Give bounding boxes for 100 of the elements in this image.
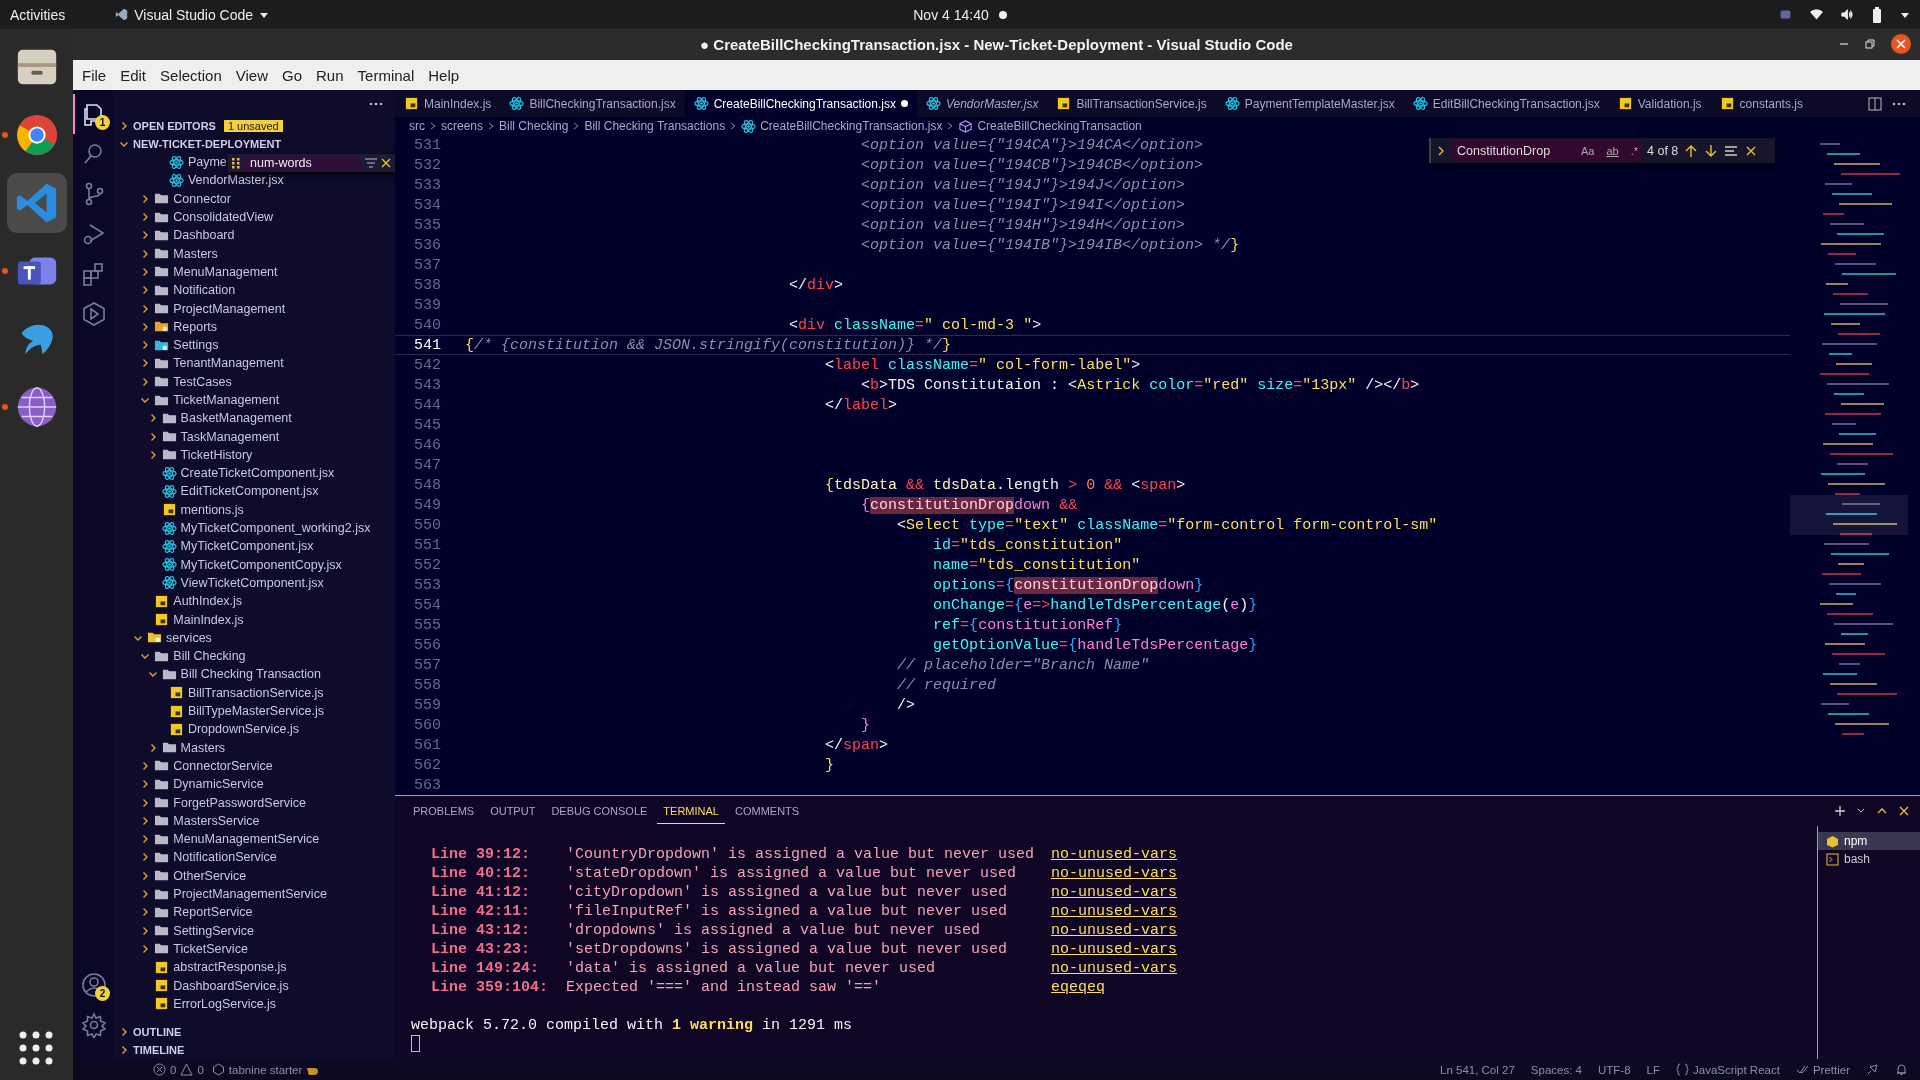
tree-item[interactable]: OtherService xyxy=(113,866,247,885)
status-item[interactable]: LF xyxy=(1646,1063,1660,1076)
panel-tab[interactable]: PROBLEMS xyxy=(407,798,481,824)
chevron-icon[interactable] xyxy=(119,139,129,149)
tree-item[interactable]: Notification xyxy=(113,281,236,300)
more-icon[interactable] xyxy=(369,101,383,106)
more-icon[interactable] xyxy=(1892,101,1906,106)
panel-tab[interactable]: OUTPUT xyxy=(484,798,542,824)
editor-tab[interactable]: Validation.js xyxy=(1608,90,1711,117)
rule-link[interactable]: no-unused-vars xyxy=(1051,903,1817,920)
tree-item[interactable]: Dashboard xyxy=(113,226,235,245)
tree-item[interactable]: abstractResponse.js xyxy=(113,958,287,977)
menu-item[interactable]: Run xyxy=(309,62,351,88)
tree-item[interactable]: NotificationService xyxy=(113,848,277,867)
tree-item[interactable]: SettingService xyxy=(113,921,254,940)
editor-tab[interactable]: MainIndex.js xyxy=(395,90,501,117)
formatter-status[interactable]: Prettier xyxy=(1795,1063,1850,1076)
tree-item[interactable]: AuthIndex.js xyxy=(113,592,243,611)
breadcrumb[interactable]: CreateBillCheckingTransaction xyxy=(977,119,1142,133)
rule-link[interactable]: no-unused-vars xyxy=(1051,922,1817,939)
breadcrumb[interactable]: screens xyxy=(441,119,484,133)
breadcrumb[interactable]: Bill Checking xyxy=(499,119,569,133)
rule-link[interactable]: no-unused-vars xyxy=(1051,846,1817,863)
panel-tab[interactable]: DEBUG CONSOLE xyxy=(545,798,654,824)
terminal-item[interactable]: npm xyxy=(1818,832,1920,850)
tree-item[interactable]: TicketHistory xyxy=(113,445,253,465)
tree-item[interactable]: DashboardService.js xyxy=(113,976,289,995)
tree-item[interactable]: BillTypeMasterService.js xyxy=(113,701,325,721)
dock-item[interactable] xyxy=(6,173,67,233)
tabnine-status[interactable]: tabnine starter xyxy=(211,1063,320,1076)
breadcrumb[interactable]: CreateBillCheckingTransaction.jsx xyxy=(760,119,943,133)
tree-item[interactable]: MyTicketComponentCopy.jsx xyxy=(113,555,342,574)
apps-grid-icon[interactable] xyxy=(18,1030,54,1066)
panel-tab[interactable]: TERMINAL xyxy=(657,798,725,824)
bell-icon[interactable] xyxy=(1895,1063,1908,1076)
chevron-icon[interactable] xyxy=(119,1045,129,1055)
breadcrumb[interactable]: src xyxy=(409,119,425,133)
tree-item[interactable]: MenuManagementService xyxy=(113,830,320,849)
activities-button[interactable]: Activities xyxy=(10,6,66,23)
status-item[interactable]: UTF-8 xyxy=(1597,1063,1631,1076)
tree-item[interactable]: MastersService xyxy=(113,811,260,830)
editor-tab[interactable]: constants.js xyxy=(1710,90,1812,117)
rule-link[interactable]: no-unused-vars xyxy=(1051,941,1817,958)
rule-link[interactable]: no-unused-vars xyxy=(1051,884,1817,901)
section-header[interactable]: OUTLINE xyxy=(113,1023,395,1041)
arrow-down-icon[interactable] xyxy=(1704,143,1719,158)
tree-item[interactable]: EditTicketComponent.jsx xyxy=(113,482,319,501)
accounts-button[interactable]: 2 xyxy=(73,965,113,1005)
find-option-button[interactable]: Aa xyxy=(1577,143,1598,158)
close-icon[interactable] xyxy=(1890,33,1912,55)
tree-item[interactable]: MainIndex.js xyxy=(113,610,244,629)
tree-item[interactable]: MenuManagement xyxy=(113,262,278,282)
tree-item[interactable]: services xyxy=(113,628,212,647)
tree-item[interactable]: ReportService xyxy=(113,903,253,922)
tree-item[interactable]: Masters xyxy=(113,738,226,757)
filter-icon[interactable] xyxy=(365,158,377,168)
tree-item[interactable]: CreateTicketComponent.jsx xyxy=(113,464,335,483)
section-header[interactable]: TIMELINE xyxy=(113,1041,395,1059)
tree-item[interactable]: MyTicketComponent.jsx xyxy=(113,537,314,556)
tree-item[interactable]: Settings xyxy=(113,335,219,355)
wifi-icon[interactable] xyxy=(1810,8,1823,21)
terminal-item[interactable]: bash xyxy=(1818,850,1920,868)
tree-item[interactable]: DropdownService.js xyxy=(113,720,300,739)
menu-item[interactable]: Go xyxy=(275,62,309,88)
tree-item[interactable]: ErrorLogService.js xyxy=(113,994,277,1013)
menu-item[interactable]: View xyxy=(228,62,275,88)
tree-item[interactable]: Payme xyxy=(113,153,227,172)
status-item[interactable]: Spaces: 4 xyxy=(1530,1063,1582,1076)
tree-item[interactable]: TenantManagement xyxy=(113,354,284,373)
tree-item[interactable]: ConnectorService xyxy=(113,756,273,776)
problems-button[interactable]: 0 0 xyxy=(153,1063,204,1076)
rule-link[interactable]: eqeqeq xyxy=(1051,979,1817,996)
menu-item[interactable]: File xyxy=(75,62,114,88)
tree-item[interactable]: TestCases xyxy=(113,372,232,391)
breadcrumb[interactable]: Bill Checking Transactions xyxy=(584,119,726,133)
tree-item[interactable]: BillTransactionService.js xyxy=(113,683,324,702)
arrow-up-icon[interactable] xyxy=(1684,143,1699,158)
find-in-selection-icon[interactable] xyxy=(1724,143,1739,158)
tree-item[interactable]: TaskManagement xyxy=(113,427,280,446)
tree-item[interactable]: ProjectManagementService xyxy=(113,884,327,904)
tree-item[interactable]: Masters xyxy=(113,244,218,263)
tree-item[interactable]: DynamicService xyxy=(113,775,264,794)
editor-tab[interactable]: CreateBillCheckingTransaction.jsx xyxy=(684,90,917,117)
clock[interactable]: Nov 4 14:40 xyxy=(913,6,989,23)
editor-tab[interactable]: EditBillCheckingTransaction.jsx xyxy=(1403,90,1609,117)
tree-item[interactable]: BasketManagement xyxy=(113,409,292,428)
tree-item[interactable]: ProjectManagement xyxy=(113,299,286,318)
language-mode[interactable]: JavaScript React xyxy=(1676,1063,1780,1076)
find-option-button[interactable]: .* xyxy=(1627,143,1641,158)
editor-tab[interactable]: VendorMaster.jsx xyxy=(916,90,1048,117)
tree-item[interactable]: ForgetPasswordService xyxy=(113,793,306,812)
drag-handle-icon[interactable] xyxy=(232,157,240,169)
battery-icon[interactable] xyxy=(1872,6,1882,23)
editor-tab[interactable]: BillCheckingTransaction.jsx xyxy=(500,90,685,117)
tree-item[interactable]: Reports xyxy=(113,317,218,336)
rule-link[interactable]: no-unused-vars xyxy=(1051,960,1817,977)
tree-item[interactable]: TicketManagement xyxy=(113,390,280,410)
restore-icon[interactable] xyxy=(1864,38,1876,50)
menu-item[interactable]: Selection xyxy=(153,62,229,88)
menu-item[interactable]: Edit xyxy=(113,62,154,88)
